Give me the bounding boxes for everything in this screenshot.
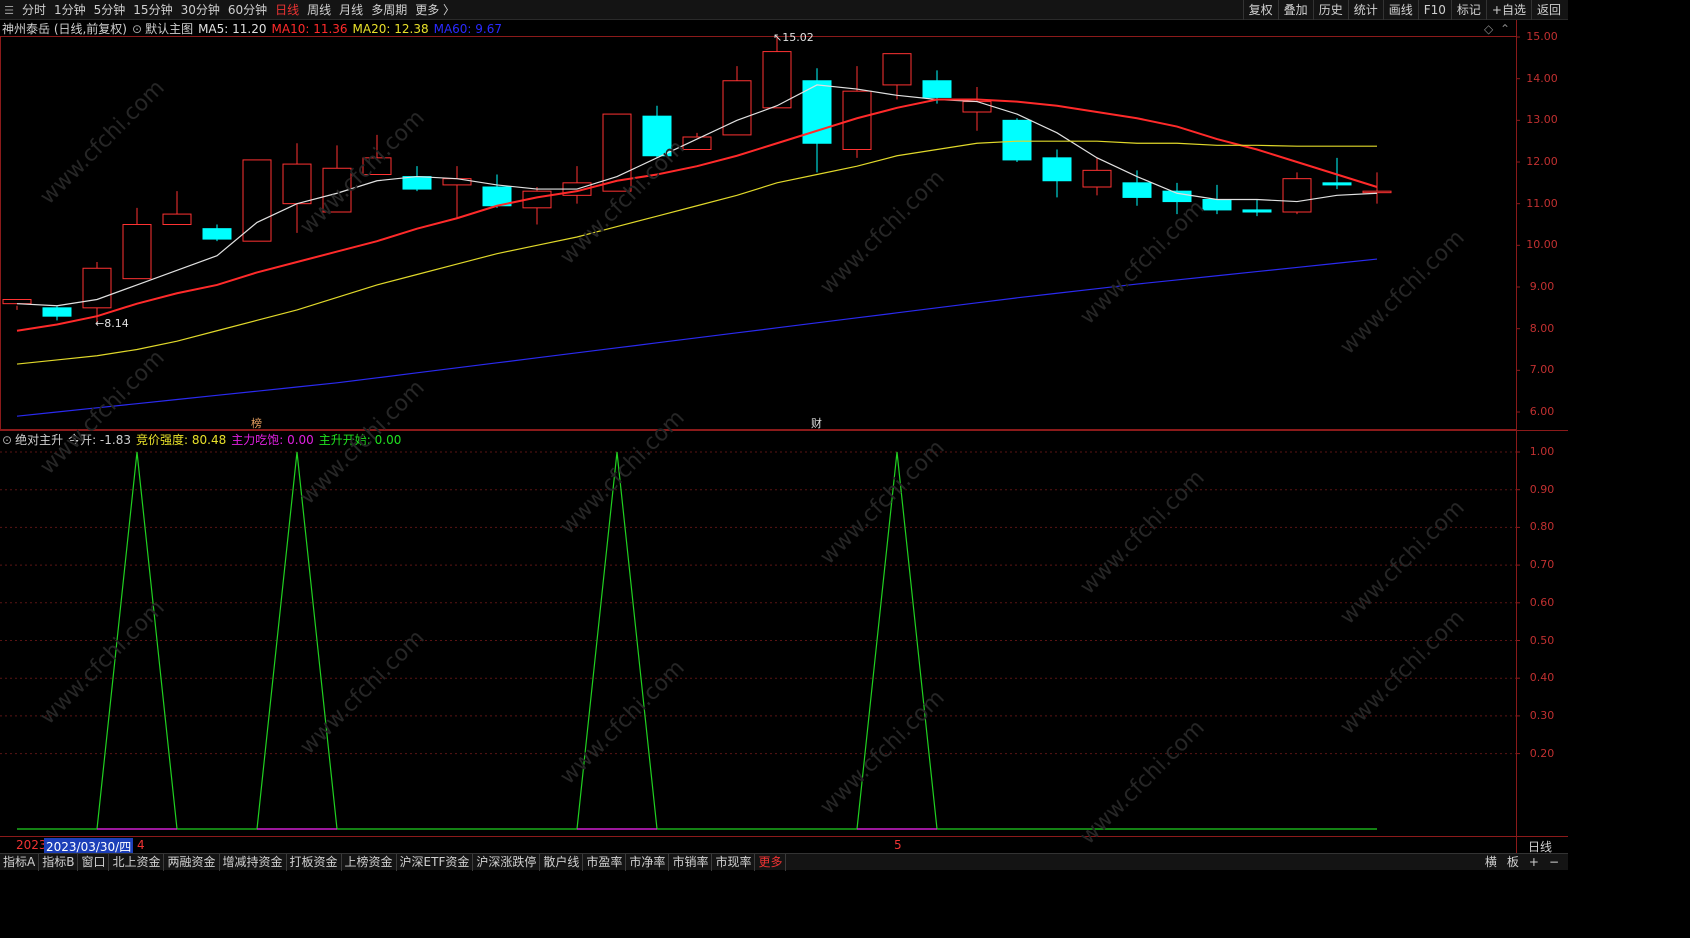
candle[interactable]: [1162, 182, 1192, 215]
indicator-metrics: 竞价强度: 80.48 主力吃饱: 0.00 主升开始: 0.00: [136, 431, 406, 448]
candle[interactable]: [162, 191, 192, 225]
indicator-tick-label: 0.50: [1529, 633, 1555, 647]
price-tick-label: 13.00: [1526, 113, 1558, 127]
candle[interactable]: [282, 143, 312, 233]
bottom-tab-3[interactable]: 北上资金: [109, 854, 165, 871]
bottom-tab-10[interactable]: 散户线: [540, 854, 584, 871]
event-marker[interactable]: 财: [811, 416, 822, 430]
candle[interactable]: [962, 87, 992, 131]
bottom-tab-9[interactable]: 沪深涨跌停: [473, 854, 541, 871]
bottom-tab-11[interactable]: 市盈率: [583, 854, 627, 871]
candle[interactable]: [1082, 157, 1112, 196]
indicator-titlebar: ⊙ 绝对主升 今开: -1.83 竞价强度: 80.48 主力吃饱: 0.00 主升…: [2, 431, 406, 448]
bottom-right-tool-1[interactable]: 板: [1502, 854, 1524, 871]
candle[interactable]: [242, 159, 272, 242]
candle[interactable]: [642, 105, 672, 158]
bottom-right-tool-2[interactable]: +: [1524, 854, 1544, 871]
indicator-tick-label: 0.70: [1529, 558, 1555, 572]
bottom-tab-7[interactable]: 上榜资金: [342, 854, 397, 871]
candle[interactable]: [1242, 199, 1272, 217]
candle[interactable]: [442, 166, 472, 219]
candle[interactable]: [522, 187, 552, 225]
price-tick-label: 6.00: [1529, 405, 1555, 418]
candle[interactable]: [682, 132, 712, 150]
candle[interactable]: [1362, 172, 1392, 204]
price-tick-label: 12.00: [1526, 155, 1558, 168]
event-marker[interactable]: 榜: [251, 416, 262, 430]
candle[interactable]: [402, 166, 432, 192]
candle[interactable]: [362, 134, 392, 175]
candle[interactable]: [802, 68, 832, 173]
price-tick-label: 7.00: [1529, 363, 1555, 377]
bottom-tab-2[interactable]: 窗口: [78, 854, 110, 871]
candle[interactable]: [1042, 149, 1072, 198]
indicator-tick-label: 0.20: [1529, 746, 1555, 760]
indicator-tick-label: 0.40: [1529, 671, 1555, 685]
indicator-tick-label: 0.60: [1529, 595, 1555, 609]
today-open: 今开: -1.83: [68, 433, 131, 447]
candle[interactable]: [42, 305, 72, 321]
bottom-tab-14[interactable]: 市现率: [712, 854, 756, 871]
price-tick-label: 9.00: [1529, 280, 1555, 293]
bottom-tab-8[interactable]: 沪深ETF资金: [397, 854, 474, 871]
bottom-tab-13[interactable]: 市销率: [669, 854, 713, 871]
indicator-metric: 主力吃饱: 0.00: [231, 433, 314, 447]
candle[interactable]: [322, 145, 352, 213]
indicator-tick-label: 1.00: [1529, 445, 1555, 458]
bottom-tab-1[interactable]: 指标B: [39, 854, 79, 871]
bottom-tab-15[interactable]: 更多: [755, 854, 787, 871]
candle[interactable]: [1002, 118, 1032, 162]
candle[interactable]: [762, 36, 792, 109]
bottom-right-tool-0[interactable]: 横: [1480, 854, 1502, 871]
bottom-right-tool-3[interactable]: −: [1544, 854, 1564, 871]
price-tick-label: 8.00: [1529, 321, 1555, 335]
bottom-tab-0[interactable]: 指标A: [0, 854, 40, 871]
candle[interactable]: [1122, 170, 1152, 206]
candle[interactable]: [562, 166, 592, 204]
indicator-name[interactable]: 绝对主升: [15, 431, 63, 448]
indicator-tick-label: 0.30: [1529, 708, 1555, 722]
month-marker-5: 5: [894, 838, 902, 852]
bottom-tab-4[interactable]: 两融资金: [164, 854, 220, 871]
price-tick-label: 15.00: [1526, 30, 1558, 43]
bottom-tabs: 指标A 指标B 窗口 北上资金 两融资金 增减持资金 打板资金 上榜资金 沪深ETF资金 沪深涨跌…: [0, 854, 787, 871]
stock-chart-app: ☰ 分时 1分钟 5分钟 15分钟 30分钟 60分钟 日线 周线 月线 多周期 更多 〉 复权 叠加…: [0, 0, 1568, 871]
high-price-label: ↖15.02: [773, 31, 814, 44]
bottom-tab-6[interactable]: 打板资金: [287, 854, 342, 871]
indicator-toggle-icon[interactable]: ⊙: [2, 433, 12, 447]
month-marker-4: 4: [137, 838, 145, 852]
candle[interactable]: [882, 53, 912, 100]
candle[interactable]: [1282, 172, 1312, 215]
price-tick-label: 14.00: [1526, 71, 1558, 85]
indicator-metric: 竞价强度: 80.48: [136, 433, 227, 447]
candle[interactable]: [202, 224, 232, 242]
price-tick-label: 10.00: [1526, 238, 1558, 252]
price-tick-label: 11.00: [1526, 196, 1558, 210]
bottom-tab-5[interactable]: 增减持资金: [220, 854, 287, 871]
candle[interactable]: [842, 66, 872, 158]
indicator-tick-label: 0.80: [1529, 520, 1555, 534]
candle[interactable]: [122, 207, 152, 280]
indicator-tick-label: 0.90: [1529, 482, 1555, 496]
date-year: 2023: [16, 838, 47, 852]
bottom-indicator-bar: 指标A 指标B 窗口 北上资金 两融资金 增减持资金 打板资金 上榜资金 沪深ETF资金 沪深涨跌…: [0, 853, 1568, 871]
low-price-label: ←8.14: [95, 317, 129, 330]
bottom-tab-12[interactable]: 市净率: [626, 854, 670, 871]
bottom-right-tools: 横板 + −: [1480, 854, 1564, 871]
indicator-metric: 主升开始: 0.00: [318, 433, 402, 447]
